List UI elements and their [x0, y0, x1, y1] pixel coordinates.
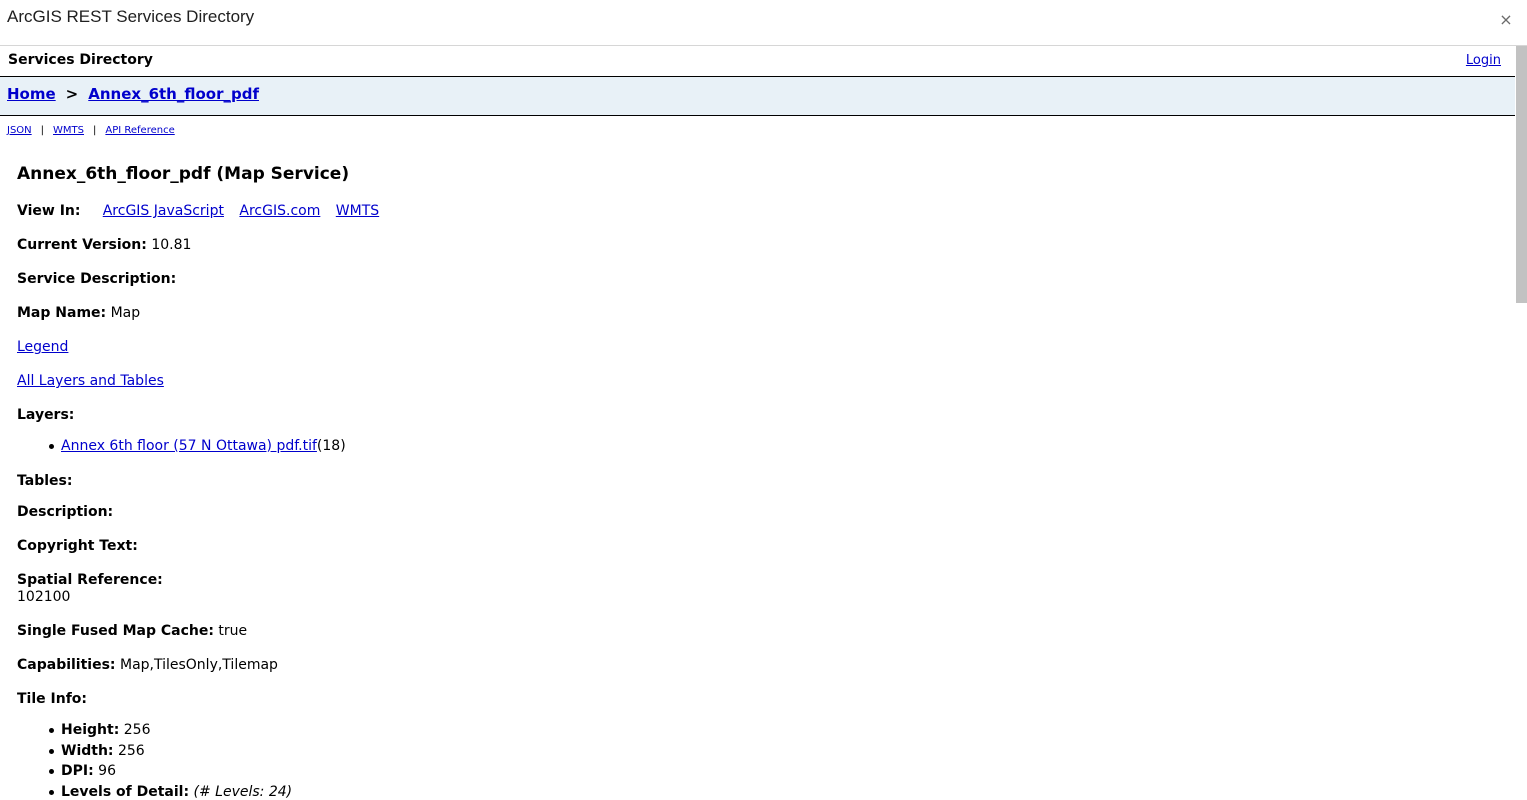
format-links: JSON | WMTS | API Reference	[7, 125, 175, 136]
login-link[interactable]: Login	[1466, 53, 1501, 68]
spatial-reference-value-row: 102100	[17, 589, 70, 605]
breadcrumb-separator: >	[65, 85, 79, 103]
layers-row: Layers:	[17, 407, 74, 423]
tile-info-list: Height: 256 Width: 256 DPI: 96 Levels of…	[47, 720, 292, 800]
tables-row: Tables:	[17, 473, 72, 489]
arcgis-javascript-link[interactable]: ArcGIS JavaScript	[103, 203, 224, 219]
layer-id: (18)	[316, 438, 346, 454]
page-content: Services Directory Login Home > Annex_6th_…	[0, 46, 1515, 800]
breadcrumb-home-link[interactable]: Home	[7, 85, 56, 103]
format-separator: |	[40, 125, 45, 136]
view-in-label: View In:	[17, 203, 81, 219]
spatial-reference-label: Spatial Reference:	[17, 572, 163, 588]
map-name-row: Map Name: Map	[17, 305, 140, 321]
wmts-format-link[interactable]: WMTS	[53, 125, 84, 136]
tile-lod-label: Levels of Detail:	[61, 783, 190, 800]
all-layers-link[interactable]: All Layers and Tables	[17, 373, 164, 389]
page-title: Annex_6th_floor_pdf (Map Service)	[17, 164, 350, 184]
vertical-scrollbar[interactable]	[1515, 46, 1527, 800]
layers-list: Annex 6th floor (57 N Ottawa) pdf.tif(18…	[47, 436, 346, 457]
layer-link[interactable]: Annex 6th floor (57 N Ottawa) pdf.tif	[61, 438, 317, 454]
window-title: ArcGIS REST Services Directory	[7, 7, 255, 26]
tile-info-label: Tile Info:	[17, 691, 87, 707]
capabilities-value: Map,TilesOnly,Tilemap	[119, 657, 278, 673]
list-item: Width: 256	[47, 741, 292, 762]
breadcrumb: Home > Annex_6th_floor_pdf	[0, 77, 1515, 116]
description-row: Description:	[17, 504, 113, 520]
legend-link[interactable]: Legend	[17, 339, 68, 355]
single-fused-row: Single Fused Map Cache: true	[17, 623, 247, 639]
service-description-label: Service Description:	[17, 271, 177, 287]
single-fused-label: Single Fused Map Cache:	[17, 623, 214, 639]
json-link[interactable]: JSON	[7, 125, 32, 136]
map-name-value: Map	[110, 305, 141, 321]
breadcrumb-current-link[interactable]: Annex_6th_floor_pdf	[88, 85, 259, 103]
tile-width-value: 256	[117, 742, 145, 759]
arcgis-com-link[interactable]: ArcGIS.com	[239, 203, 320, 219]
list-item: Height: 256	[47, 720, 292, 741]
single-fused-value: true	[218, 623, 248, 639]
copyright-row: Copyright Text:	[17, 538, 138, 554]
all-layers-row: All Layers and Tables	[17, 373, 164, 389]
spatial-reference-value: 102100	[17, 589, 71, 605]
tile-info-row: Tile Info:	[17, 691, 87, 707]
list-item: Annex 6th floor (57 N Ottawa) pdf.tif(18…	[47, 436, 346, 457]
window-titlebar: ArcGIS REST Services Directory ×	[0, 0, 1527, 46]
tile-lod-value: (# Levels: 24)	[193, 783, 293, 800]
list-item: DPI: 96	[47, 761, 292, 782]
capabilities-label: Capabilities:	[17, 657, 116, 673]
tile-dpi-value: 96	[98, 763, 116, 779]
format-separator: |	[93, 125, 97, 136]
api-reference-link[interactable]: API Reference	[105, 125, 174, 136]
tile-height-value: 256	[123, 722, 151, 738]
view-in-row: View In: ArcGIS JavaScript ArcGIS.com WM…	[17, 203, 390, 219]
layers-label: Layers:	[17, 407, 75, 423]
wmts-view-link[interactable]: WMTS	[336, 203, 379, 219]
map-name-label: Map Name:	[17, 305, 107, 321]
services-header: Services Directory Login	[0, 46, 1515, 77]
description-label: Description:	[17, 504, 114, 520]
service-description-row: Service Description:	[17, 271, 176, 287]
legend-row: Legend	[17, 339, 68, 355]
tables-label: Tables:	[17, 473, 73, 489]
close-icon[interactable]: ×	[1496, 10, 1516, 30]
scrollbar-thumb[interactable]	[1516, 46, 1527, 303]
capabilities-row: Capabilities: Map,TilesOnly,Tilemap	[17, 657, 278, 673]
list-item: Levels of Detail: (# Levels: 24)	[47, 782, 292, 800]
current-version-label: Current Version:	[17, 237, 147, 253]
tile-dpi-label: DPI:	[61, 763, 94, 779]
current-version-value: 10.81	[151, 237, 192, 253]
current-version-row: Current Version: 10.81	[17, 237, 191, 253]
tile-width-label: Width:	[61, 742, 114, 759]
spatial-reference-row: Spatial Reference:	[17, 572, 163, 588]
services-directory-label: Services Directory	[8, 52, 153, 68]
tile-height-label: Height:	[61, 722, 120, 738]
copyright-label: Copyright Text:	[17, 538, 138, 554]
